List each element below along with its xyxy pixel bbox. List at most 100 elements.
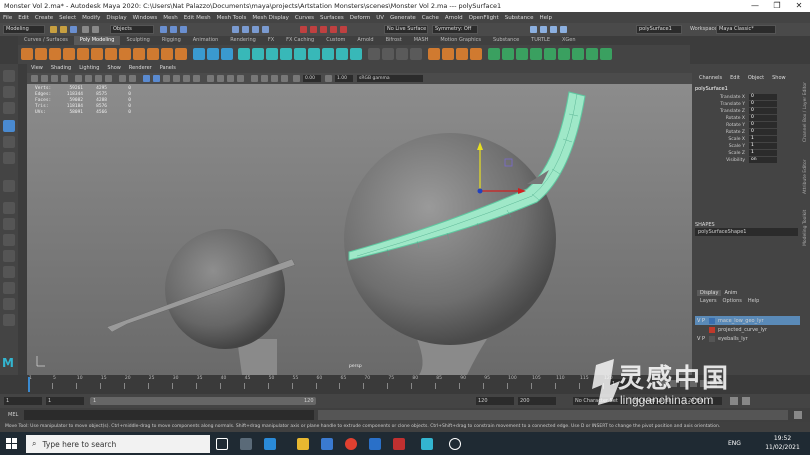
platonic-solid-icon[interactable] xyxy=(119,48,131,60)
gamma-field[interactable]: 1.00 xyxy=(335,75,353,82)
shelf-tab-sculpting[interactable]: Sculpting xyxy=(120,36,155,45)
menu-mesh[interactable]: Mesh xyxy=(160,15,180,21)
menu-arnold[interactable]: Arnold xyxy=(442,15,466,21)
layer-color-swatch[interactable] xyxy=(709,317,715,324)
boolean-intersection-icon[interactable] xyxy=(470,48,482,60)
shelf-tab-rendering[interactable]: Rendering xyxy=(224,36,262,45)
close-button[interactable]: ✕ xyxy=(788,0,810,12)
menu-file[interactable]: File xyxy=(0,15,15,21)
safe-action-icon[interactable] xyxy=(129,75,136,82)
panel-menu-show[interactable]: Show xyxy=(103,64,125,73)
shelf-tab-curves-surfaces[interactable]: Curves / Surfaces xyxy=(18,36,74,45)
planar-map-icon[interactable] xyxy=(502,48,514,60)
selection-mode-dropdown[interactable]: Objects xyxy=(110,25,154,34)
separate-icon[interactable] xyxy=(207,48,219,60)
menu-deform[interactable]: Deform xyxy=(347,15,373,21)
attribute-value[interactable]: 0 xyxy=(749,115,777,121)
field-chart-icon[interactable] xyxy=(119,75,126,82)
chrome-icon[interactable] xyxy=(345,438,357,450)
range-bar[interactable] xyxy=(90,397,316,405)
attribute-row-visibility[interactable]: Visibility on xyxy=(695,157,777,164)
attribute-row-scale-y[interactable]: Scale Y 1 xyxy=(695,143,777,150)
poly-sphere-icon[interactable] xyxy=(21,48,33,60)
select-face-icon[interactable] xyxy=(252,26,259,33)
append-icon[interactable] xyxy=(280,48,292,60)
shelf-tab-xgen[interactable]: XGen xyxy=(556,36,582,45)
menu-display[interactable]: Display xyxy=(103,15,129,21)
render-current-frame-icon[interactable] xyxy=(530,26,537,33)
bookmarks-icon[interactable] xyxy=(51,75,58,82)
shelf-tab-bifrost[interactable]: Bifrost xyxy=(380,36,408,45)
menu-windows[interactable]: Windows xyxy=(130,15,161,21)
end-time-field[interactable]: 200 xyxy=(518,397,556,405)
make-live-icon[interactable] xyxy=(340,26,347,33)
multi-cut-icon[interactable] xyxy=(322,48,334,60)
attribute-value[interactable]: 0 xyxy=(749,94,777,100)
cylindrical-map-icon[interactable] xyxy=(516,48,528,60)
layer-row-mace-low-geo-lyr[interactable]: V P mace_low_geo_lyr xyxy=(695,316,800,325)
select-uv-icon[interactable] xyxy=(262,26,269,33)
offset-edge-loop-icon[interactable] xyxy=(382,48,394,60)
menu-create[interactable]: Create xyxy=(32,15,56,21)
layer-visibility-toggle[interactable]: V P xyxy=(695,336,709,342)
smooth-icon[interactable] xyxy=(221,48,233,60)
gate-mask-icon[interactable] xyxy=(105,75,112,82)
poly-pyramid-icon[interactable] xyxy=(133,48,145,60)
maya-taskbar-icon[interactable] xyxy=(421,438,433,450)
target-weld-icon[interactable] xyxy=(336,48,348,60)
mail-icon[interactable] xyxy=(369,438,381,450)
input-language[interactable]: ENG xyxy=(728,440,741,447)
combine-icon[interactable] xyxy=(193,48,205,60)
image-plane-icon[interactable] xyxy=(61,75,68,82)
attribute-value[interactable]: 1 xyxy=(749,143,777,149)
attribute-value[interactable]: 0 xyxy=(749,101,777,107)
layer-tab-display[interactable]: Display xyxy=(697,290,722,296)
poly-cylinder-icon[interactable] xyxy=(49,48,61,60)
circularize-icon[interactable] xyxy=(410,48,422,60)
menu-openflight[interactable]: OpenFlight xyxy=(466,15,502,21)
shadows-icon[interactable] xyxy=(207,75,214,82)
system-clock[interactable]: 19:52 11/02/2021 xyxy=(760,434,805,452)
menu-edit[interactable]: Edit xyxy=(15,15,32,21)
grid-icon[interactable] xyxy=(75,75,82,82)
lights-icon[interactable] xyxy=(193,75,200,82)
select-camera-icon[interactable] xyxy=(31,75,38,82)
menu-edit-mesh[interactable]: Edit Mesh xyxy=(181,15,214,21)
menu-curves[interactable]: Curves xyxy=(292,15,317,21)
exposure-field[interactable]: 0.00 xyxy=(303,75,321,82)
boolean-union-icon[interactable] xyxy=(442,48,454,60)
app-icon[interactable] xyxy=(393,438,405,450)
menu-set-dropdown[interactable]: Modeling xyxy=(3,25,45,34)
graph-editor-layout-icon[interactable] xyxy=(3,298,15,310)
menu-generate[interactable]: Generate xyxy=(387,15,419,21)
shape-node-item[interactable]: polySurfaceShape1 xyxy=(695,228,798,236)
shelf-tab-rigging[interactable]: Rigging xyxy=(156,36,187,45)
attribute-row-rotate-z[interactable]: Rotate Z 0 xyxy=(695,129,777,136)
unfold-uv-icon[interactable] xyxy=(558,48,570,60)
spherical-map-icon[interactable] xyxy=(530,48,542,60)
menu-help[interactable]: Help xyxy=(536,15,555,21)
select-vertex-icon[interactable] xyxy=(232,26,239,33)
layer-menu-options[interactable]: Options xyxy=(720,298,745,304)
shelf-tab-turtle[interactable]: TURTLE xyxy=(525,36,556,45)
ambient-occlusion-icon[interactable] xyxy=(217,75,224,82)
maximize-button[interactable]: ❐ xyxy=(766,0,788,12)
attribute-value[interactable]: 0 xyxy=(749,129,777,135)
vertical-tab-attribute-editor[interactable]: Attribute Editor xyxy=(803,144,810,194)
gamma-icon[interactable] xyxy=(325,75,332,82)
bridge-icon[interactable] xyxy=(252,48,264,60)
ipr-render-icon[interactable] xyxy=(540,26,547,33)
lasso-tool-icon[interactable] xyxy=(3,86,15,98)
poly-pipe-icon[interactable] xyxy=(147,48,159,60)
default-material-icon[interactable] xyxy=(163,75,170,82)
persp-hypershade-layout-icon[interactable] xyxy=(3,266,15,278)
shelf-tab-fx-caching[interactable]: FX Caching xyxy=(280,36,320,45)
poly-cone-icon[interactable] xyxy=(63,48,75,60)
new-scene-icon[interactable] xyxy=(50,26,57,33)
smooth-shade-icon[interactable] xyxy=(153,75,160,82)
command-language-label[interactable]: MEL xyxy=(8,411,18,419)
attribute-value[interactable]: 0 xyxy=(749,122,777,128)
merge-icon[interactable] xyxy=(308,48,320,60)
exposure-icon[interactable] xyxy=(293,75,300,82)
move-tool-icon[interactable] xyxy=(3,120,15,132)
